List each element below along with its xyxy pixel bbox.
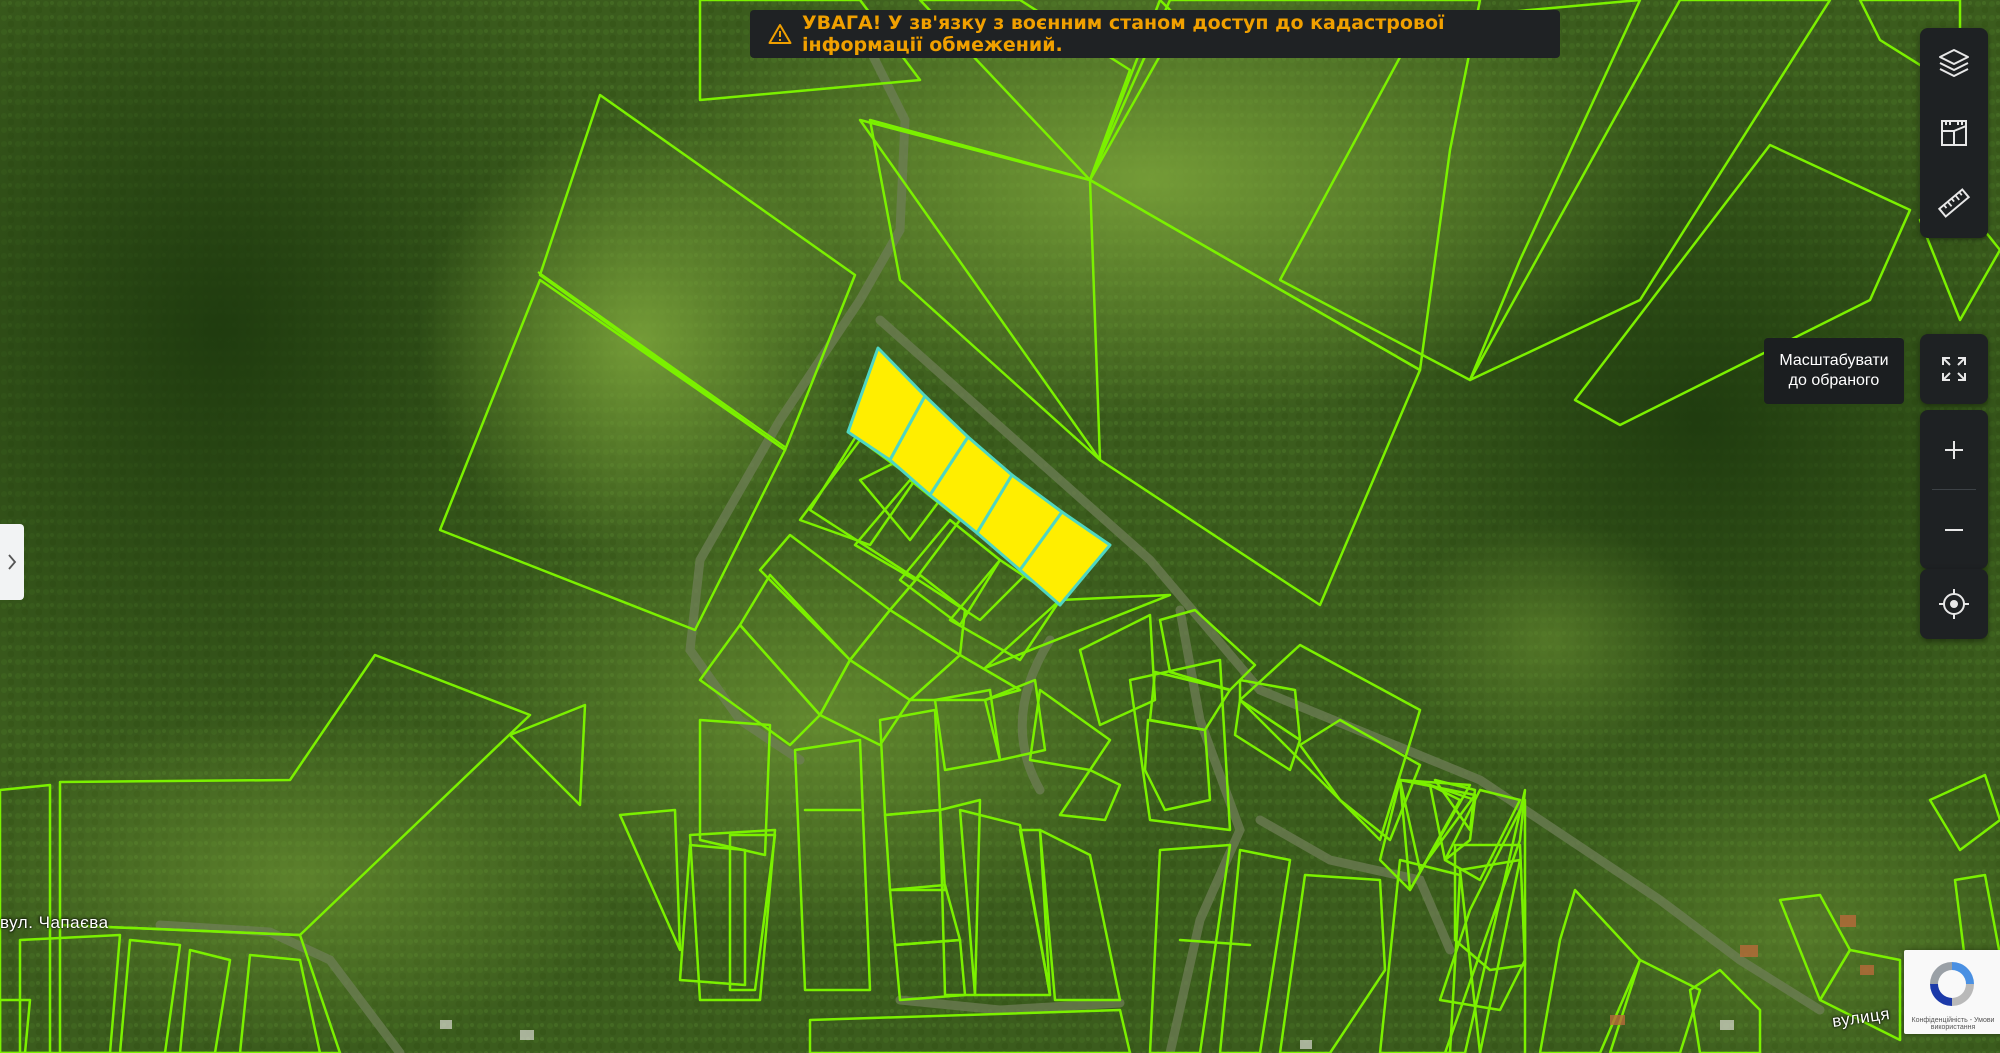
zoom-out-button[interactable] (1920, 490, 1988, 569)
fit-to-selection-icon (1942, 357, 1966, 381)
chevron-right-icon (8, 554, 17, 570)
satellite-map[interactable] (0, 0, 2000, 1053)
layers-button[interactable] (1920, 28, 1988, 98)
fit-to-selection-tooltip: Масштабувати до обраного (1764, 338, 1904, 404)
plus-icon (1945, 440, 1963, 459)
recaptcha-logo-icon (1930, 962, 1974, 1006)
locate-panel (1920, 569, 1988, 639)
cadastre-info-button[interactable] (1920, 98, 1988, 168)
locate-crosshair-icon (1939, 589, 1969, 619)
locate-button[interactable] (1920, 569, 1988, 639)
fit-panel (1920, 334, 1988, 404)
street-label: вул. Чапаєва (0, 913, 109, 932)
cadastre-map-icon (1941, 120, 1967, 146)
recaptcha-badge[interactable]: Конфіденційність - Умови використання (1904, 950, 2000, 1034)
minus-icon (1945, 528, 1963, 531)
recaptcha-privacy-link[interactable]: Конфіденційність - Умови використання (1906, 1017, 2000, 1032)
map-tools-panel (1920, 28, 1988, 238)
warning-triangle-icon (768, 24, 792, 44)
measure-button[interactable] (1920, 168, 1988, 238)
zoom-in-button[interactable] (1920, 410, 1988, 489)
zoom-panel (1920, 410, 1988, 569)
martial-law-warning-banner: УВАГА! У зв'язку з воєнним станом доступ… (750, 10, 1560, 58)
side-panel-toggle[interactable] (0, 524, 24, 600)
warning-text: УВАГА! У зв'язку з воєнним станом доступ… (802, 12, 1445, 56)
fit-to-selection-button[interactable] (1920, 334, 1988, 404)
ruler-icon (1937, 188, 1971, 218)
layers-icon (1939, 49, 1969, 77)
